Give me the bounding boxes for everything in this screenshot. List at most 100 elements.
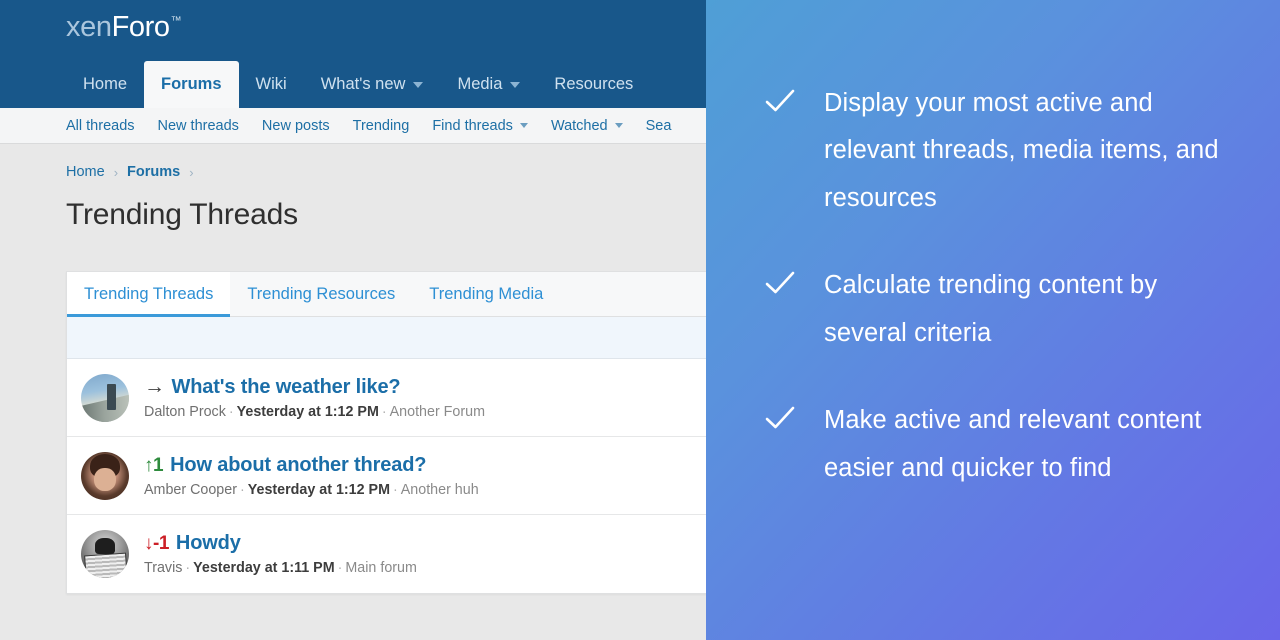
subnav-item-new-threads[interactable]: New threads	[158, 118, 239, 134]
meta-separator: ·	[185, 560, 190, 576]
nav-item-resources[interactable]: Resources	[537, 61, 650, 108]
subnav-label: New posts	[262, 118, 330, 134]
thread-forum[interactable]: Another Forum	[390, 404, 485, 420]
tab-trending-resources[interactable]: Trending Resources	[230, 272, 412, 316]
subnav-item-watched[interactable]: Watched	[551, 118, 623, 134]
nav-item-home[interactable]: Home	[66, 61, 144, 108]
thread-meta: Dalton Prock·Yesterday at 1:12 PM·Anothe…	[144, 404, 706, 420]
site-header: xenForo™ Home Forums Wiki What's new Med…	[0, 0, 706, 108]
check-icon	[764, 401, 804, 435]
check-icon	[764, 266, 804, 300]
logo-text-foro: Foro	[112, 11, 170, 43]
subnav-item-trending[interactable]: Trending	[353, 118, 410, 134]
subnav-item-find-threads[interactable]: Find threads	[432, 118, 528, 134]
chevron-down-icon	[520, 123, 528, 128]
screenshot-root: xenForo™ Home Forums Wiki What's new Med…	[0, 0, 1280, 640]
table-row[interactable]: → What's the weather like? Dalton Prock·…	[67, 359, 706, 437]
page-title: Trending Threads	[66, 198, 706, 232]
trending-card: Trending Threads Trending Resources Tren…	[66, 271, 706, 594]
feature-highlights-pane: Display your most active and relevant th…	[706, 0, 1280, 640]
bullet-text: Make active and relevant content easier …	[824, 397, 1238, 492]
breadcrumb-separator-icon: ›	[114, 165, 118, 180]
table-row[interactable]: ↑1 How about another thread? Amber Coope…	[67, 437, 706, 515]
chevron-down-icon	[510, 82, 520, 88]
tab-bar: Trending Threads Trending Resources Tren…	[66, 271, 706, 317]
subnav-label: Find threads	[432, 118, 513, 134]
thread-meta: Travis·Yesterday at 1:11 PM·Main forum	[144, 560, 706, 576]
nav-item-whats-new[interactable]: What's new	[304, 61, 441, 108]
subnav-label: All threads	[66, 118, 135, 134]
thread-date[interactable]: Yesterday at 1:11 PM	[193, 560, 334, 576]
avatar[interactable]	[81, 530, 129, 578]
tab-label: Trending Threads	[84, 285, 213, 304]
chevron-down-icon	[615, 123, 623, 128]
thread-title-line: → What's the weather like?	[144, 375, 706, 399]
breadcrumb: Home › Forums ›	[66, 162, 706, 182]
tab-label: Trending Resources	[247, 285, 395, 304]
check-icon	[764, 84, 804, 118]
breadcrumb-item-home[interactable]: Home	[66, 164, 105, 180]
table-row[interactable]: ↓-1 Howdy Travis·Yesterday at 1:11 PM·Ma…	[67, 515, 706, 593]
trend-up-icon: ↑1	[144, 455, 163, 477]
meta-separator: ·	[338, 560, 343, 576]
main-navigation: Home Forums Wiki What's new Media Reso	[66, 61, 650, 108]
tab-label: Trending Media	[429, 285, 543, 304]
subnav-label: New threads	[158, 118, 239, 134]
subnav-label: Watched	[551, 118, 608, 134]
thread-title-link[interactable]: Howdy	[176, 532, 241, 555]
tab-trending-threads[interactable]: Trending Threads	[67, 272, 230, 316]
thread-forum[interactable]: Another huh	[401, 482, 479, 498]
nav-item-wiki[interactable]: Wiki	[239, 61, 304, 108]
thread-author[interactable]: Amber Cooper	[144, 482, 237, 498]
thread-author[interactable]: Travis	[144, 560, 182, 576]
logo-trademark-icon: ™	[171, 15, 182, 27]
meta-separator: ·	[240, 482, 245, 498]
meta-separator: ·	[393, 482, 398, 498]
forum-screenshot-pane: xenForo™ Home Forums Wiki What's new Med…	[0, 0, 706, 640]
avatar[interactable]	[81, 452, 129, 500]
meta-separator: ·	[229, 404, 234, 420]
list-item: Calculate trending content by several cr…	[764, 262, 1238, 357]
thread-meta: Amber Cooper·Yesterday at 1:12 PM·Anothe…	[144, 482, 706, 498]
thread-forum[interactable]: Main forum	[345, 560, 417, 576]
subnav-label: Sea	[646, 118, 672, 134]
nav-label: Resources	[554, 75, 633, 94]
nav-label: Media	[457, 75, 502, 94]
breadcrumb-separator-icon: ›	[189, 165, 193, 180]
nav-label: Home	[83, 75, 127, 94]
thread-title-line: ↑1 How about another thread?	[144, 454, 706, 477]
filter-bar[interactable]	[67, 317, 706, 359]
chevron-down-icon	[413, 82, 423, 88]
breadcrumb-item-forums[interactable]: Forums	[127, 164, 180, 180]
tab-trending-media[interactable]: Trending Media	[412, 272, 560, 316]
trend-down-icon: ↓-1	[144, 533, 169, 555]
bullet-text: Display your most active and relevant th…	[824, 80, 1238, 222]
thread-content: ↑1 How about another thread? Amber Coope…	[144, 454, 706, 498]
thread-author[interactable]: Dalton Prock	[144, 404, 226, 420]
site-logo[interactable]: xenForo™	[66, 11, 181, 44]
sub-navigation: All threads New threads New posts Trendi…	[0, 108, 706, 144]
subnav-item-search[interactable]: Sea	[646, 118, 672, 134]
logo-text-xen: xen	[66, 11, 112, 43]
nav-item-media[interactable]: Media	[440, 61, 537, 108]
meta-separator: ·	[382, 404, 387, 420]
list-item: Display your most active and relevant th…	[764, 80, 1238, 222]
page-body: Home › Forums › Trending Threads	[0, 144, 706, 232]
nav-label: What's new	[321, 75, 406, 94]
nav-label: Forums	[161, 75, 222, 94]
thread-title-link[interactable]: How about another thread?	[170, 454, 426, 477]
thread-date[interactable]: Yesterday at 1:12 PM	[237, 404, 379, 420]
subnav-item-all-threads[interactable]: All threads	[66, 118, 135, 134]
thread-title-line: ↓-1 Howdy	[144, 532, 706, 555]
trend-direction-icon: →	[144, 375, 165, 399]
bullet-text: Calculate trending content by several cr…	[824, 262, 1238, 357]
avatar[interactable]	[81, 374, 129, 422]
thread-title-link[interactable]: What's the weather like?	[172, 376, 401, 399]
nav-label: Wiki	[256, 75, 287, 94]
subnav-item-new-posts[interactable]: New posts	[262, 118, 330, 134]
thread-content: → What's the weather like? Dalton Prock·…	[144, 375, 706, 420]
thread-date[interactable]: Yesterday at 1:12 PM	[248, 482, 390, 498]
list-item: Make active and relevant content easier …	[764, 397, 1238, 492]
thread-content: ↓-1 Howdy Travis·Yesterday at 1:11 PM·Ma…	[144, 532, 706, 576]
nav-item-forums[interactable]: Forums	[144, 61, 239, 108]
